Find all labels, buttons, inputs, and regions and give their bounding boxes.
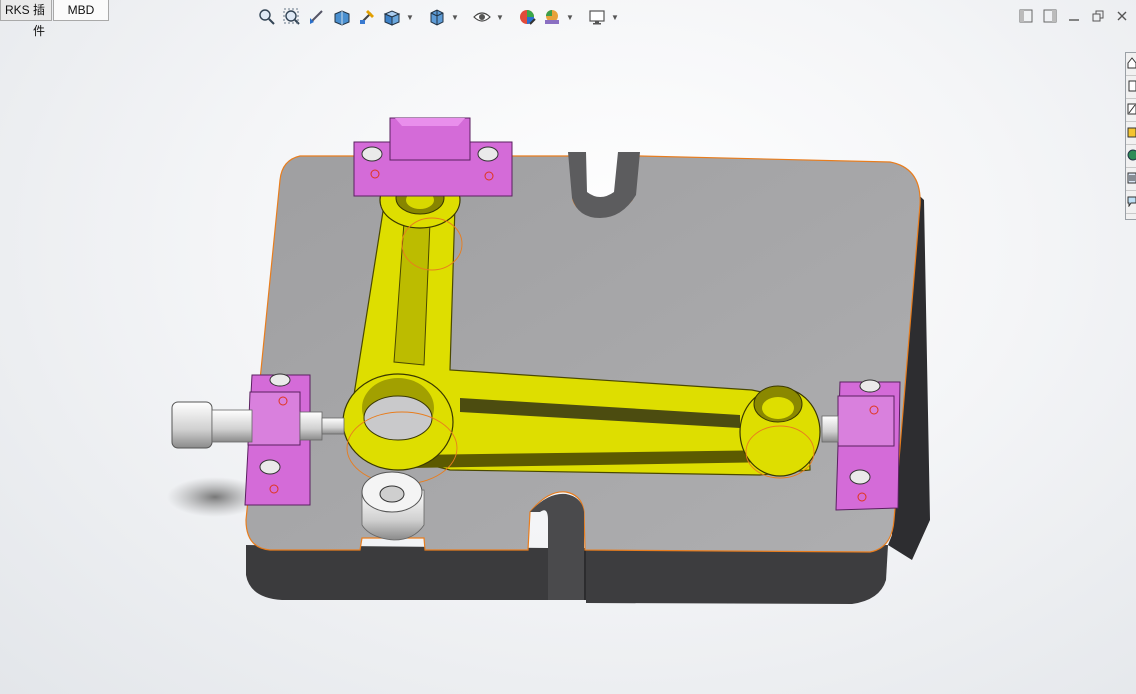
section-view-icon[interactable] xyxy=(331,6,353,28)
hide-show-items-icon[interactable] xyxy=(471,6,493,28)
dynamic-annotation-icon[interactable] xyxy=(356,6,378,28)
design-library-icon[interactable] xyxy=(1126,99,1136,122)
base-plate[interactable] xyxy=(245,152,930,604)
home-icon[interactable] xyxy=(1126,53,1136,76)
edit-appearance-icon[interactable] xyxy=(516,6,538,28)
forum-icon[interactable] xyxy=(1126,191,1136,214)
tab-rks-plugin[interactable]: RKS 插件 xyxy=(0,0,52,38)
minimize-icon[interactable] xyxy=(1066,8,1082,24)
tile-right-icon[interactable] xyxy=(1042,8,1058,24)
view-orientation-icon[interactable] xyxy=(381,6,403,28)
locating-pin[interactable] xyxy=(361,471,425,541)
view-orientation-dropdown[interactable]: ▼ xyxy=(406,6,414,28)
task-pane-tabs xyxy=(1125,52,1136,220)
apply-scene-dropdown[interactable]: ▼ xyxy=(566,6,574,28)
apply-scene-icon[interactable] xyxy=(541,6,563,28)
restore-icon[interactable] xyxy=(1090,8,1106,24)
tile-left-icon[interactable] xyxy=(1018,8,1034,24)
tab-mbd[interactable]: MBD xyxy=(53,0,109,21)
close-icon[interactable] xyxy=(1114,8,1130,24)
file-explorer-icon[interactable] xyxy=(1126,122,1136,145)
resources-icon[interactable] xyxy=(1126,76,1136,99)
command-manager-tabs: RKS 插件 MBD xyxy=(0,0,109,38)
display-style-icon[interactable] xyxy=(426,6,448,28)
graphics-viewport[interactable] xyxy=(0,0,1136,694)
view-settings-icon[interactable] xyxy=(586,6,608,28)
clamp-block-top[interactable] xyxy=(353,117,513,197)
zoom-to-fit-icon[interactable] xyxy=(256,6,278,28)
heads-up-view-toolbar: ▼ ▼ ▼ ▼ ▼ xyxy=(256,5,619,29)
custom-properties-icon[interactable] xyxy=(1126,168,1136,191)
appearances-icon[interactable] xyxy=(1126,145,1136,168)
zoom-to-area-icon[interactable] xyxy=(281,6,303,28)
hide-show-items-dropdown[interactable]: ▼ xyxy=(496,6,504,28)
previous-view-icon[interactable] xyxy=(306,6,328,28)
view-settings-dropdown[interactable]: ▼ xyxy=(611,6,619,28)
document-window-controls xyxy=(1018,8,1130,24)
display-style-dropdown[interactable]: ▼ xyxy=(451,6,459,28)
